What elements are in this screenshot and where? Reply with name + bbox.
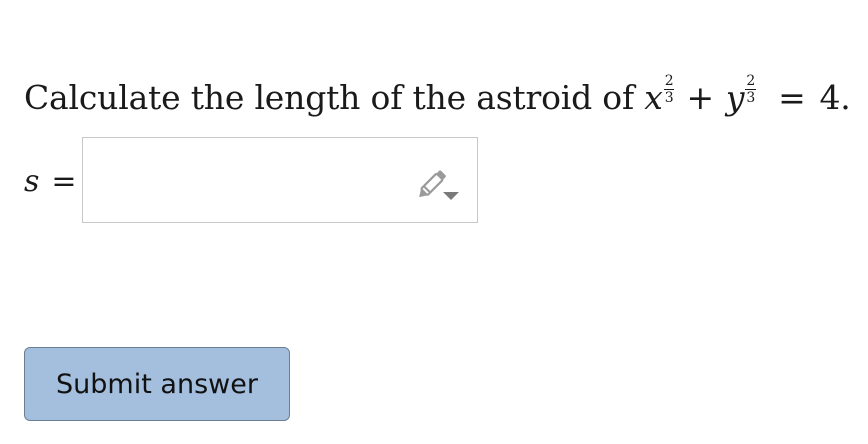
exponent-y-numerator: 2 [745, 73, 757, 90]
exponent-x: 23 [663, 73, 675, 106]
answer-equals: = [51, 163, 77, 199]
answer-row: s = [24, 137, 478, 225]
plus-sign: + [686, 78, 714, 117]
exponent-y: 23 [745, 73, 757, 106]
math-var-x: x [644, 78, 663, 117]
equals-sign: = [778, 78, 806, 117]
exponent-x-numerator: 2 [663, 73, 675, 90]
answer-box[interactable] [82, 137, 478, 223]
pencil-dropdown-icon[interactable] [417, 164, 461, 204]
exponent-y-denominator: 3 [746, 90, 756, 106]
answer-input[interactable] [83, 138, 403, 222]
math-var-y: y [725, 78, 745, 117]
question-page: Calculate the length of the astroid of x… [0, 0, 868, 444]
question-rhs: 4. [819, 78, 851, 117]
question-text: Calculate the length of the astroid of x… [24, 74, 851, 117]
answer-var-s: s [24, 163, 40, 199]
question-prefix: Calculate the length of the astroid of [24, 78, 634, 117]
submit-answer-button[interactable]: Submit answer [24, 347, 290, 421]
submit-answer-label: Submit answer [56, 368, 258, 400]
answer-label: s = [24, 164, 77, 199]
exponent-x-denominator: 3 [664, 90, 674, 106]
